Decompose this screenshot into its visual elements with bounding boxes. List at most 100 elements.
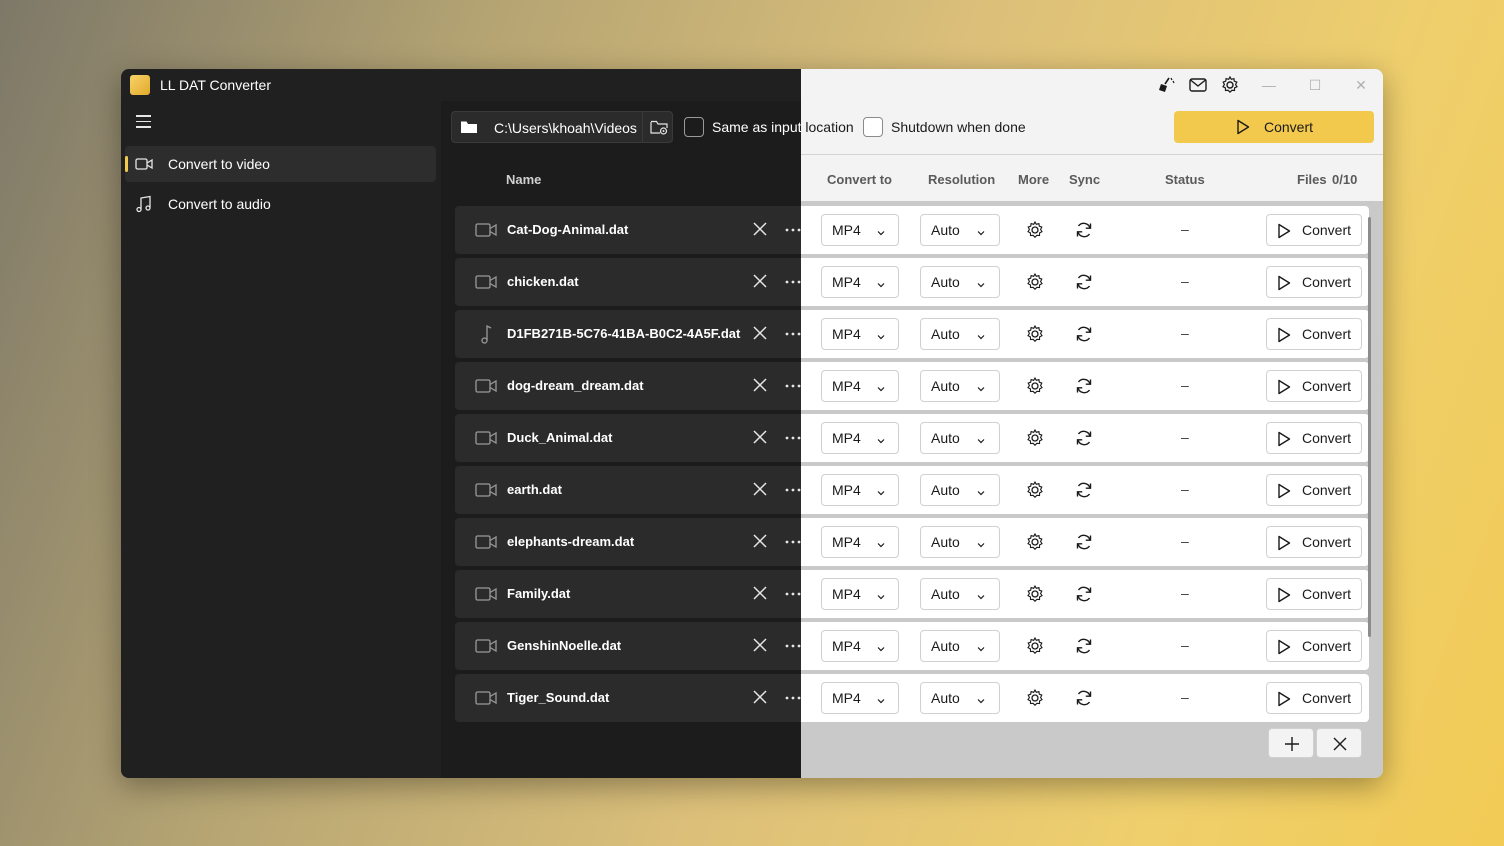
remove-file-icon[interactable] [751,688,769,706]
sync-icon[interactable] [1074,220,1094,240]
remove-file-icon[interactable] [751,480,769,498]
mail-icon[interactable] [1188,75,1208,95]
format-dropdown[interactable]: MP4 [821,266,899,298]
maximize-icon[interactable]: ☐ [1305,75,1325,95]
same-as-input-checkbox[interactable] [684,117,704,137]
resolution-dropdown[interactable]: Auto [920,630,1000,662]
convert-button[interactable]: Convert [1266,526,1362,558]
resolution-dropdown[interactable]: Auto [920,526,1000,558]
broom-icon[interactable] [1156,75,1176,95]
remove-file-icon[interactable] [751,220,769,238]
shutdown-checkbox[interactable] [863,117,883,137]
remove-file-icon[interactable] [751,376,769,394]
output-path-field[interactable]: C:\Users\khoah\Videos [451,111,673,143]
gear-icon[interactable] [1025,376,1045,396]
table-row[interactable]: dog-dream_dream.dat [455,362,801,410]
sync-icon[interactable] [1074,428,1094,448]
settings-gear-icon[interactable] [1220,75,1240,95]
gear-icon[interactable] [1025,220,1045,240]
convert-button[interactable]: Convert [1266,474,1362,506]
convert-all-button[interactable]: Convert [1174,111,1374,143]
gear-icon[interactable] [1025,688,1045,708]
format-dropdown[interactable]: MP4 [821,318,899,350]
remove-file-icon[interactable] [751,532,769,550]
sync-icon[interactable] [1074,480,1094,500]
resolution-dropdown[interactable]: Auto [920,422,1000,454]
convert-button[interactable]: Convert [1266,630,1362,662]
sync-icon[interactable] [1074,636,1094,656]
more-options-icon[interactable] [785,436,801,440]
table-row[interactable]: Tiger_Sound.dat [455,674,801,722]
sync-icon[interactable] [1074,376,1094,396]
more-options-icon[interactable] [785,696,801,700]
table-row[interactable]: earth.dat [455,466,801,514]
more-options-icon[interactable] [785,384,801,388]
sync-icon[interactable] [1074,532,1094,552]
table-row[interactable]: Cat-Dog-Animal.dat [455,206,801,254]
resolution-dropdown[interactable]: Auto [920,474,1000,506]
table-row[interactable]: D1FB271B-5C76-41BA-B0C2-4A5F.dat [455,310,801,358]
more-options-icon[interactable] [785,592,801,596]
format-dropdown[interactable]: MP4 [821,474,899,506]
gear-icon[interactable] [1025,480,1045,500]
sync-icon[interactable] [1074,324,1094,344]
video-icon [475,535,497,549]
convert-button[interactable]: Convert [1266,318,1362,350]
close-icon[interactable]: ✕ [1351,75,1371,95]
gear-icon[interactable] [1025,324,1045,344]
table-row[interactable]: chicken.dat [455,258,801,306]
format-dropdown[interactable]: MP4 [821,370,899,402]
more-options-icon[interactable] [785,540,801,544]
format-dropdown[interactable]: MP4 [821,578,899,610]
resolution-dropdown[interactable]: Auto [920,370,1000,402]
more-options-icon[interactable] [785,332,801,336]
remove-file-icon[interactable] [751,272,769,290]
more-options-icon[interactable] [785,228,801,232]
convert-button[interactable]: Convert [1266,214,1362,246]
table-row[interactable]: Duck_Animal.dat [455,414,801,462]
sidebar-item-convert-audio[interactable]: Convert to audio [125,186,436,222]
hamburger-menu-icon[interactable] [136,115,154,131]
convert-button[interactable]: Convert [1266,578,1362,610]
format-dropdown[interactable]: MP4 [821,630,899,662]
scrollbar[interactable] [1368,217,1371,637]
resolution-dropdown[interactable]: Auto [920,266,1000,298]
clear-all-button[interactable] [1316,728,1362,758]
more-options-icon[interactable] [785,488,801,492]
sync-icon[interactable] [1074,272,1094,292]
browse-folder-button[interactable] [642,112,674,142]
gear-icon[interactable] [1025,428,1045,448]
convert-button[interactable]: Convert [1266,370,1362,402]
remove-file-icon[interactable] [751,428,769,446]
convert-button[interactable]: Convert [1266,422,1362,454]
format-dropdown[interactable]: MP4 [821,214,899,246]
format-value: MP4 [832,690,861,706]
resolution-dropdown[interactable]: Auto [920,682,1000,714]
format-dropdown[interactable]: MP4 [821,422,899,454]
add-files-button[interactable] [1268,728,1314,758]
format-dropdown[interactable]: MP4 [821,682,899,714]
convert-button[interactable]: Convert [1266,682,1362,714]
more-options-icon[interactable] [785,644,801,648]
resolution-dropdown[interactable]: Auto [920,578,1000,610]
gear-icon[interactable] [1025,532,1045,552]
minimize-icon[interactable]: — [1259,75,1279,95]
resolution-dropdown[interactable]: Auto [920,214,1000,246]
sync-icon[interactable] [1074,584,1094,604]
sync-icon[interactable] [1074,688,1094,708]
gear-icon[interactable] [1025,584,1045,604]
table-row[interactable]: elephants-dream.dat [455,518,801,566]
remove-file-icon[interactable] [751,324,769,342]
table-row[interactable]: GenshinNoelle.dat [455,622,801,670]
remove-file-icon[interactable] [751,584,769,602]
remove-file-icon[interactable] [751,636,769,654]
table-row[interactable]: Family.dat [455,570,801,618]
convert-button[interactable]: Convert [1266,266,1362,298]
gear-icon[interactable] [1025,636,1045,656]
gear-icon[interactable] [1025,272,1045,292]
header-name[interactable]: Name [506,172,541,187]
sidebar-item-convert-video[interactable]: Convert to video [125,146,436,182]
format-dropdown[interactable]: MP4 [821,526,899,558]
more-options-icon[interactable] [785,280,801,284]
resolution-dropdown[interactable]: Auto [920,318,1000,350]
